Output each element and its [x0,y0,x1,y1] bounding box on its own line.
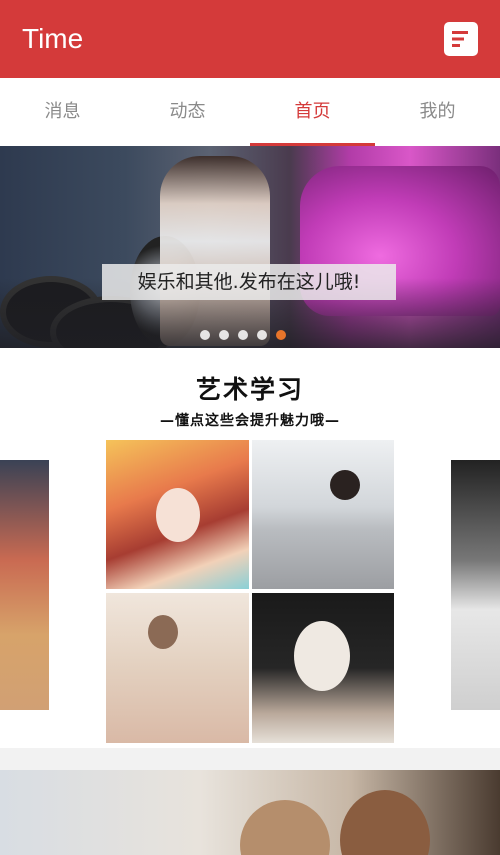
carousel-dot[interactable] [257,330,267,340]
veiled-girl-figure [294,621,350,691]
top-tabs: 消息 动态 首页 我的 [0,78,500,146]
app-bar: Time [0,0,500,78]
next-post-figure [340,790,430,855]
menu-lines-icon [452,31,468,47]
carousel-dot-active[interactable] [276,330,286,340]
guitar-player-image[interactable] [252,440,394,589]
tab-mine[interactable]: 我的 [375,78,500,146]
veiled-girl-illustration-image[interactable] [252,593,394,743]
app-title: Time [22,23,84,54]
art-illustration-image[interactable] [106,440,249,589]
tab-messages[interactable]: 消息 [0,78,125,146]
menu-button[interactable] [444,22,478,56]
tab-moments[interactable]: 动态 [125,78,250,146]
side-preview-right[interactable] [451,460,500,710]
violinist-figure [148,615,178,649]
next-post-figure [240,800,330,855]
carousel-indicator [200,330,286,340]
guitar-player-figure [330,470,360,500]
side-preview-left[interactable] [0,460,49,710]
carousel-dot[interactable] [219,330,229,340]
carousel-dot[interactable] [238,330,248,340]
card-subtitle: —懂点这些会提升魅力哦— [160,413,340,429]
art-learning-card[interactable]: 艺术学习 —懂点这些会提升魅力哦— [0,348,500,748]
banner-carousel[interactable]: 娱乐和其他.发布在这儿哦! [0,146,500,348]
violinist-image[interactable] [106,593,249,743]
illustration-face [156,488,200,542]
section-divider [0,748,500,770]
next-post-card[interactable] [0,770,500,855]
banner-caption: 娱乐和其他.发布在这儿哦! [102,264,396,300]
carousel-dot[interactable] [200,330,210,340]
card-title: 艺术学习 [195,375,304,404]
tab-home[interactable]: 首页 [250,78,375,146]
